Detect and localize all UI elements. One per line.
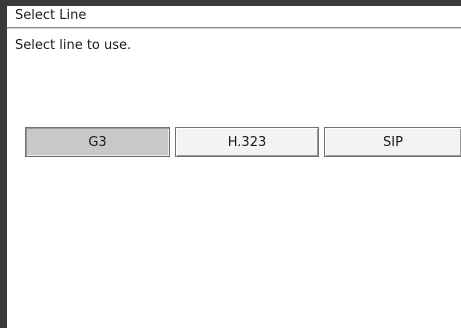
h323-line-button[interactable]: H.323	[175, 127, 319, 157]
select-line-screen: Select Line Select line to use. G3 H.323…	[0, 0, 461, 328]
title-bar: Select Line	[7, 6, 461, 28]
sip-line-label: SIP	[383, 134, 403, 150]
window-frame-left	[0, 0, 7, 328]
dialog-title: Select Line	[15, 8, 87, 23]
h323-line-label: H.323	[227, 134, 267, 150]
instruction-text: Select line to use.	[15, 38, 132, 53]
g3-line-button[interactable]: G3	[25, 127, 170, 157]
sip-line-button[interactable]: SIP	[324, 127, 461, 157]
title-divider	[7, 28, 461, 29]
g3-line-label: G3	[88, 134, 107, 150]
